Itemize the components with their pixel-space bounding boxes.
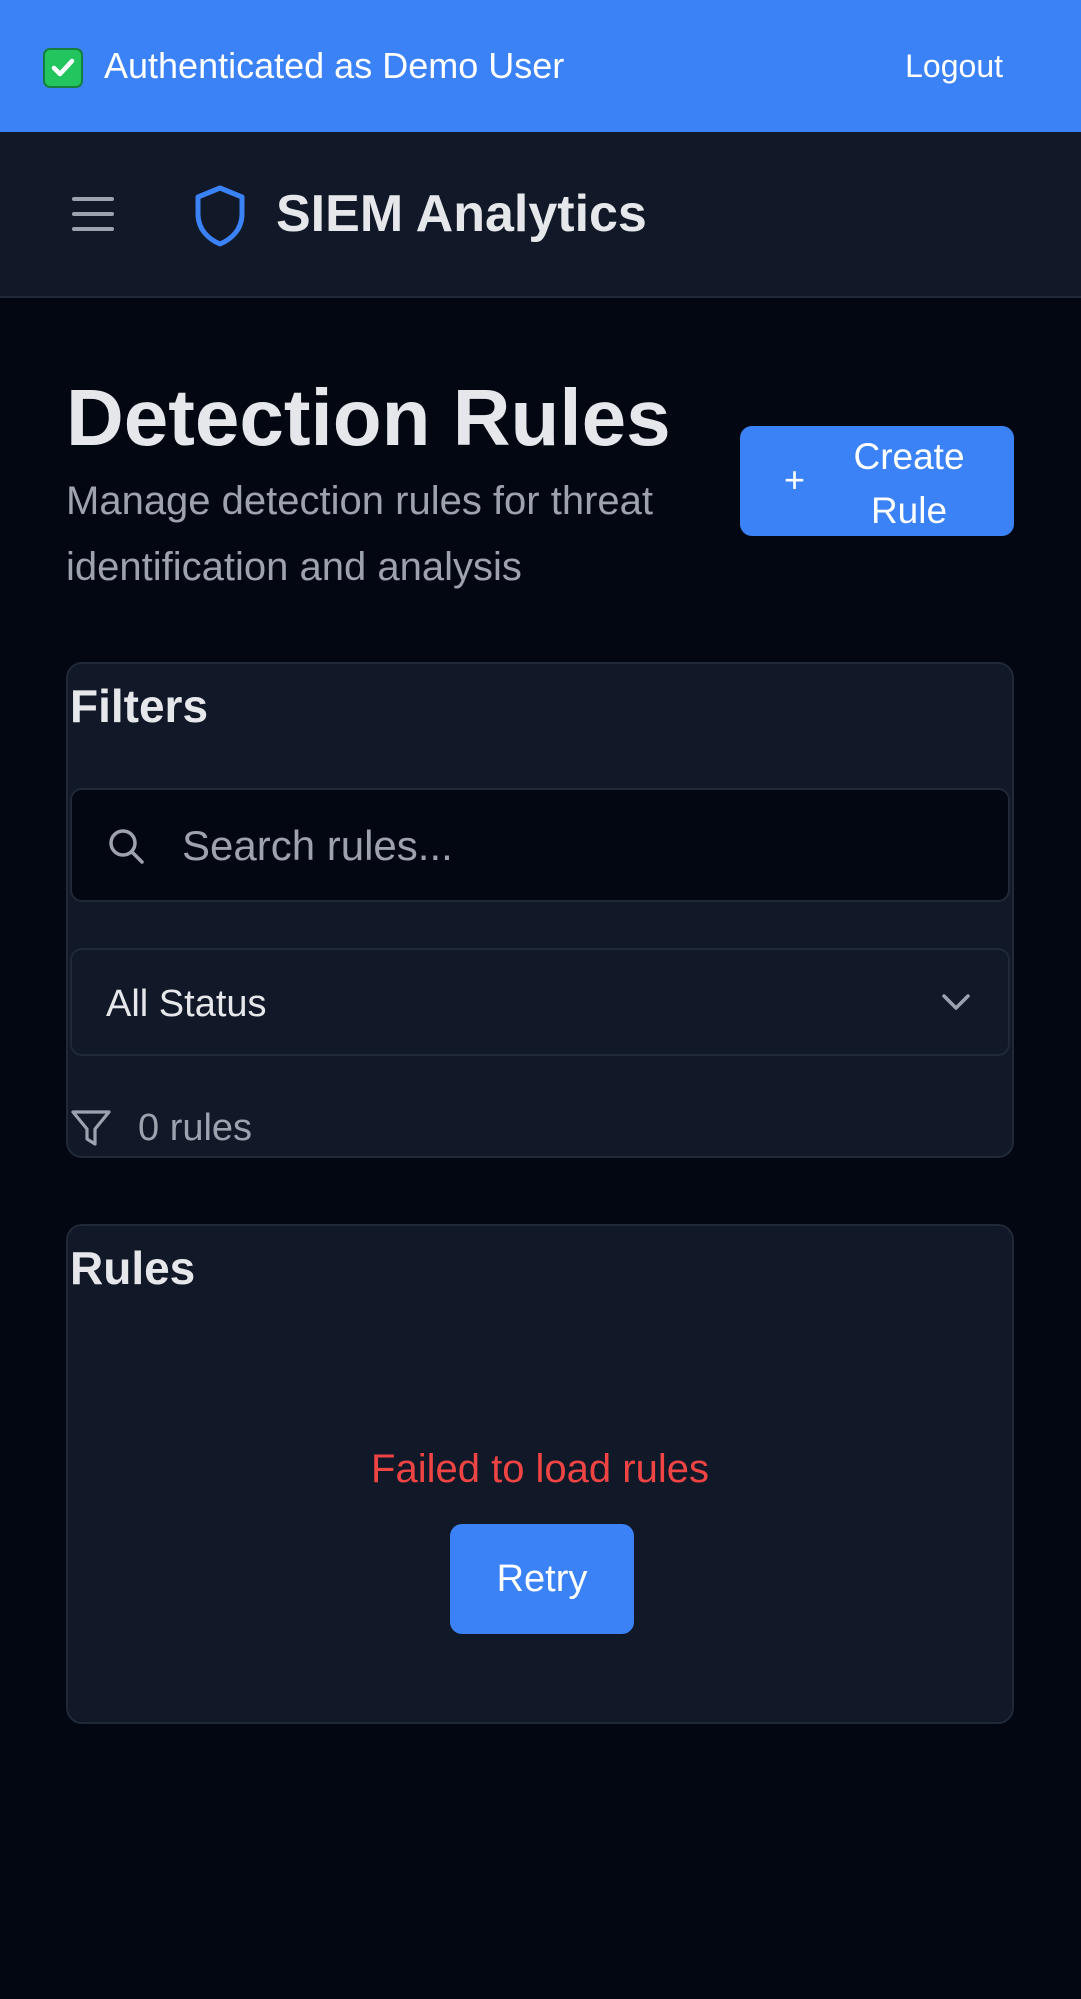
retry-button[interactable]: Retry bbox=[450, 1524, 634, 1634]
status-select-value: All Status bbox=[106, 983, 267, 1025]
rule-count-text: 0 rules bbox=[138, 1107, 253, 1149]
check-mark-icon bbox=[43, 48, 83, 88]
auth-status-text: Authenticated as Demo User bbox=[104, 45, 565, 86]
app-header: SIEM Analytics bbox=[0, 132, 1081, 298]
page-title: Detection Rules bbox=[66, 373, 671, 462]
chevron-down-icon bbox=[942, 994, 970, 1010]
auth-banner: Authenticated as Demo User Logout bbox=[0, 0, 1081, 132]
rules-card: Rules Failed to load rules Retry bbox=[66, 1224, 1014, 1724]
filter-icon bbox=[71, 1110, 111, 1146]
page-subtitle: Manage detection rules for threat identi… bbox=[66, 479, 654, 589]
filters-title: Filters bbox=[70, 680, 209, 732]
plus-icon: + bbox=[784, 459, 806, 500]
create-rule-button[interactable]: + Create Rule bbox=[740, 426, 1014, 536]
filters-card: Filters All Status 0 rules bbox=[66, 662, 1014, 1158]
create-rule-label: Create Rule bbox=[853, 436, 965, 531]
rules-title: Rules bbox=[70, 1242, 196, 1294]
search-box[interactable] bbox=[70, 788, 1010, 902]
brand-title: SIEM Analytics bbox=[276, 185, 647, 243]
search-icon bbox=[109, 829, 144, 864]
search-input[interactable] bbox=[182, 814, 982, 878]
error-message: Failed to load rules bbox=[371, 1447, 709, 1491]
status-select[interactable]: All Status bbox=[70, 948, 1010, 1056]
hamburger-menu-icon[interactable] bbox=[72, 197, 114, 231]
logout-button[interactable]: Logout bbox=[905, 45, 1003, 87]
shield-icon bbox=[195, 185, 245, 247]
